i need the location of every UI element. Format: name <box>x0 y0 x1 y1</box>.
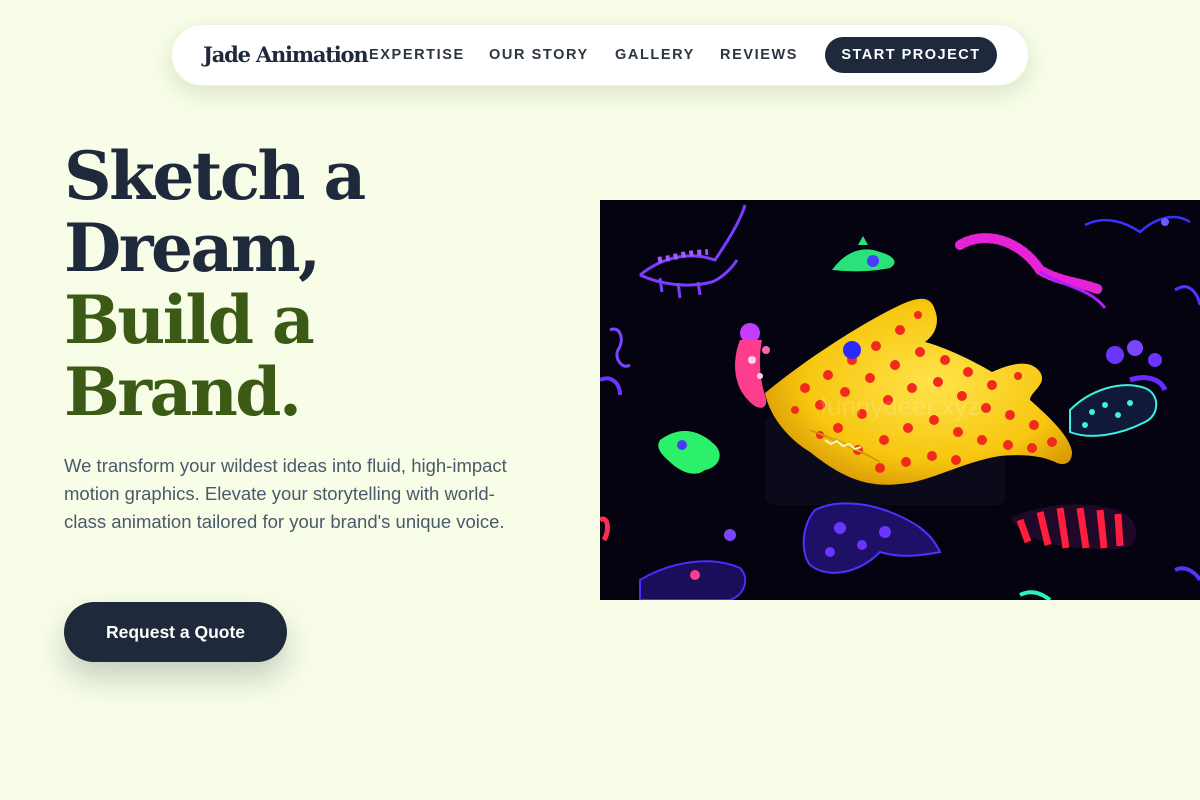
hero-title-line-1: Sketch a <box>64 137 366 215</box>
top-nav: Jade Animation EXPERTISE OUR STORY GALLE… <box>171 24 1029 86</box>
brand-logo[interactable]: Jade Animation <box>203 42 369 67</box>
image-watermark: funnydeer.xyz <box>820 391 980 421</box>
start-project-button[interactable]: START PROJECT <box>825 37 997 73</box>
hero-title-line-4: Brand. <box>64 353 302 431</box>
nav-link-gallery[interactable]: GALLERY <box>615 47 695 63</box>
hero-title: Sketch a Dream, Build a Brand. <box>64 137 366 431</box>
hero-subtitle: We transform your wildest ideas into flu… <box>64 455 507 532</box>
nav-link-reviews[interactable]: REVIEWS <box>720 47 798 63</box>
nav-link-our-story[interactable]: OUR STORY <box>489 47 589 63</box>
hero-title-line-3: Build a <box>64 281 315 359</box>
nav-link-expertise[interactable]: EXPERTISE <box>369 47 465 63</box>
hero-title-line-2: Dream, <box>64 209 321 287</box>
hero-image: funnydeer.xyz <box>600 200 1200 600</box>
request-quote-button[interactable]: Request a Quote <box>64 602 287 662</box>
